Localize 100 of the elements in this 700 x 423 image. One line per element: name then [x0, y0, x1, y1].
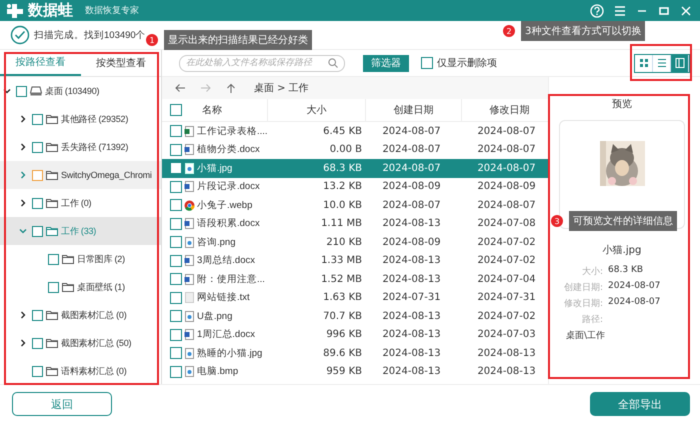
table-cell: 2024-08-13	[382, 329, 441, 340]
table-cell: 小猫.jpg	[197, 162, 232, 175]
checkbox[interactable]	[170, 236, 182, 248]
back-button[interactable]: 返回	[12, 392, 112, 416]
checkbox[interactable]	[32, 226, 43, 236]
column-header[interactable]: 大小	[306, 103, 326, 117]
file-row[interactable]: 附：使用注意... 1.52 MB 2024-08-13 2024-07-04	[162, 270, 548, 288]
maximize-icon[interactable]	[658, 4, 670, 16]
checkbox[interactable]	[170, 273, 182, 286]
checkbox[interactable]	[170, 144, 182, 156]
chevron-right-icon[interactable]	[19, 143, 27, 151]
chevron-right-icon[interactable]	[19, 115, 27, 123]
tree-item[interactable]: 桌面壁纸 (1)	[0, 273, 161, 301]
view-tab[interactable]: 按路径查看	[0, 50, 80, 76]
file-row[interactable]: 网站链接.txt 1.63 KB 2024-07-31 2024-07-31	[162, 288, 548, 307]
column-header[interactable]: 名称	[202, 103, 222, 117]
table-cell: 工作记录表格....	[197, 124, 267, 138]
file-row[interactable]: 1周汇总.docx 996 KB 2024-08-13 2024-07-03	[162, 326, 548, 344]
table-cell: 网站链接.txt	[197, 291, 250, 304]
table-cell: 2024-08-07	[477, 162, 536, 174]
file-row[interactable]: 工作记录表格.... 6.45 KB 2024-08-07 2024-08-07	[162, 122, 548, 140]
checkbox[interactable]	[32, 198, 43, 208]
checkbox[interactable]	[48, 254, 59, 264]
column-header[interactable]: 创建日期	[394, 103, 434, 117]
menu-icon[interactable]	[614, 4, 626, 16]
table-cell: 电脑.bmp	[197, 365, 238, 378]
file-row[interactable]: 小猫.jpg 68.3 KB 2024-08-07 2024-08-07	[162, 159, 548, 178]
table-cell: 6.45 KB	[323, 126, 362, 137]
checkbox[interactable]	[48, 282, 59, 292]
folder-icon	[46, 142, 58, 152]
folder-icon	[46, 310, 58, 320]
file-row[interactable]: 电脑.bmp 959 KB 2024-08-13 2024-08-13	[162, 362, 548, 381]
tree-item[interactable]: 丢失路径 (71392)	[0, 133, 161, 161]
chevron-down-icon[interactable]	[3, 87, 11, 95]
checkbox[interactable]	[170, 218, 182, 230]
back-arrow-icon[interactable]	[174, 83, 186, 93]
column-header[interactable]: 修改日期	[490, 103, 530, 117]
tree-item[interactable]: 日常图库 (2)	[0, 245, 161, 273]
checkbox[interactable]	[170, 104, 182, 116]
checkbox[interactable]	[421, 57, 433, 69]
chevron-right-icon[interactable]	[19, 311, 27, 319]
checkbox[interactable]	[170, 162, 182, 174]
file-row[interactable]: 片段记录.docx 13.2 KB 2024-08-09 2024-08-09	[162, 178, 548, 196]
grid-view-icon	[638, 57, 650, 69]
checkbox[interactable]	[170, 310, 182, 322]
table-cell: 1.63 KB	[323, 292, 362, 304]
file-row[interactable]: 语段积累.docx 1.11 MB 2024-08-13 2024-07-08	[162, 214, 548, 233]
table-cell: 1.11 MB	[321, 218, 362, 230]
chevron-right-icon[interactable]	[19, 199, 27, 207]
checkbox[interactable]	[32, 366, 43, 376]
checkbox[interactable]	[32, 142, 43, 152]
spreadsheet-icon	[184, 126, 195, 137]
document-icon	[184, 181, 195, 192]
image-file-icon	[184, 348, 195, 359]
file-row[interactable]: 咨询.png 210 KB 2024-08-09 2024-07-02	[162, 233, 548, 252]
checkbox[interactable]	[170, 199, 182, 212]
table-cell: 2024-07-08	[477, 218, 536, 230]
checkbox[interactable]	[32, 170, 43, 180]
table-cell: 2024-07-31	[477, 292, 536, 304]
table-cell: 959 KB	[326, 366, 362, 378]
checkbox[interactable]	[170, 328, 182, 341]
tree-item[interactable]: SwitchyOmega_Chromi	[0, 161, 161, 189]
checkbox[interactable]	[170, 366, 182, 378]
table-cell: 2024-08-07	[382, 144, 441, 156]
checkbox[interactable]	[170, 347, 182, 360]
file-row[interactable]: 熟睡的小猫.jpg 89.6 KB 2024-08-13 2024-08-13	[162, 344, 548, 362]
image-file-icon	[184, 162, 195, 174]
checkbox[interactable]	[32, 114, 43, 124]
search-icon[interactable]	[328, 58, 338, 68]
tree-item[interactable]: 截图素材汇总 (50)	[0, 329, 161, 357]
export-all-button[interactable]: 全部导出	[590, 392, 690, 416]
tree-item[interactable]: 截图素材汇总 (0)	[0, 301, 161, 329]
close-icon[interactable]	[680, 4, 692, 16]
view-mode-button[interactable]	[671, 54, 689, 72]
checkbox[interactable]	[32, 310, 43, 320]
checkbox[interactable]	[32, 338, 43, 348]
breadcrumb[interactable]: 桌面 > 工作	[254, 81, 309, 95]
table-cell: 996 KB	[326, 329, 362, 340]
filter-button[interactable]: 筛选器	[363, 54, 409, 72]
file-row[interactable]: 植物分类.docx 0.00 B 2024-08-07 2024-08-07	[162, 140, 548, 159]
checkbox[interactable]	[170, 180, 182, 193]
tree-item[interactable]: 其他路径 (29352)	[0, 105, 161, 133]
help-icon[interactable]	[590, 4, 604, 18]
checkbox[interactable]	[170, 254, 182, 267]
chevron-right-icon[interactable]	[19, 339, 27, 347]
drive-icon	[30, 86, 42, 96]
file-row[interactable]: 3周总结.docx 1.33 MB 2024-08-13 2024-07-02	[162, 252, 548, 270]
checkbox[interactable]	[16, 86, 27, 96]
file-row[interactable]: U盘.png 70.7 KB 2024-08-13 2024-07-02	[162, 307, 548, 326]
checkbox[interactable]	[170, 292, 182, 304]
folder-icon	[62, 282, 74, 292]
tree-item[interactable]: 工作 (0)	[0, 189, 161, 217]
folder-icon	[46, 366, 58, 376]
file-row[interactable]: 小兔子.webp 10.0 KB 2024-08-07 2024-08-07	[162, 196, 548, 214]
tree-item[interactable]: 桌面 (103490)	[0, 77, 161, 105]
view-tab[interactable]: 按类型查看	[80, 50, 161, 76]
tree-item[interactable]: 语料素材汇总 (0)	[0, 357, 161, 384]
up-arrow-icon[interactable]	[226, 83, 236, 93]
checkbox[interactable]	[170, 125, 182, 138]
text-file-icon	[184, 292, 195, 304]
